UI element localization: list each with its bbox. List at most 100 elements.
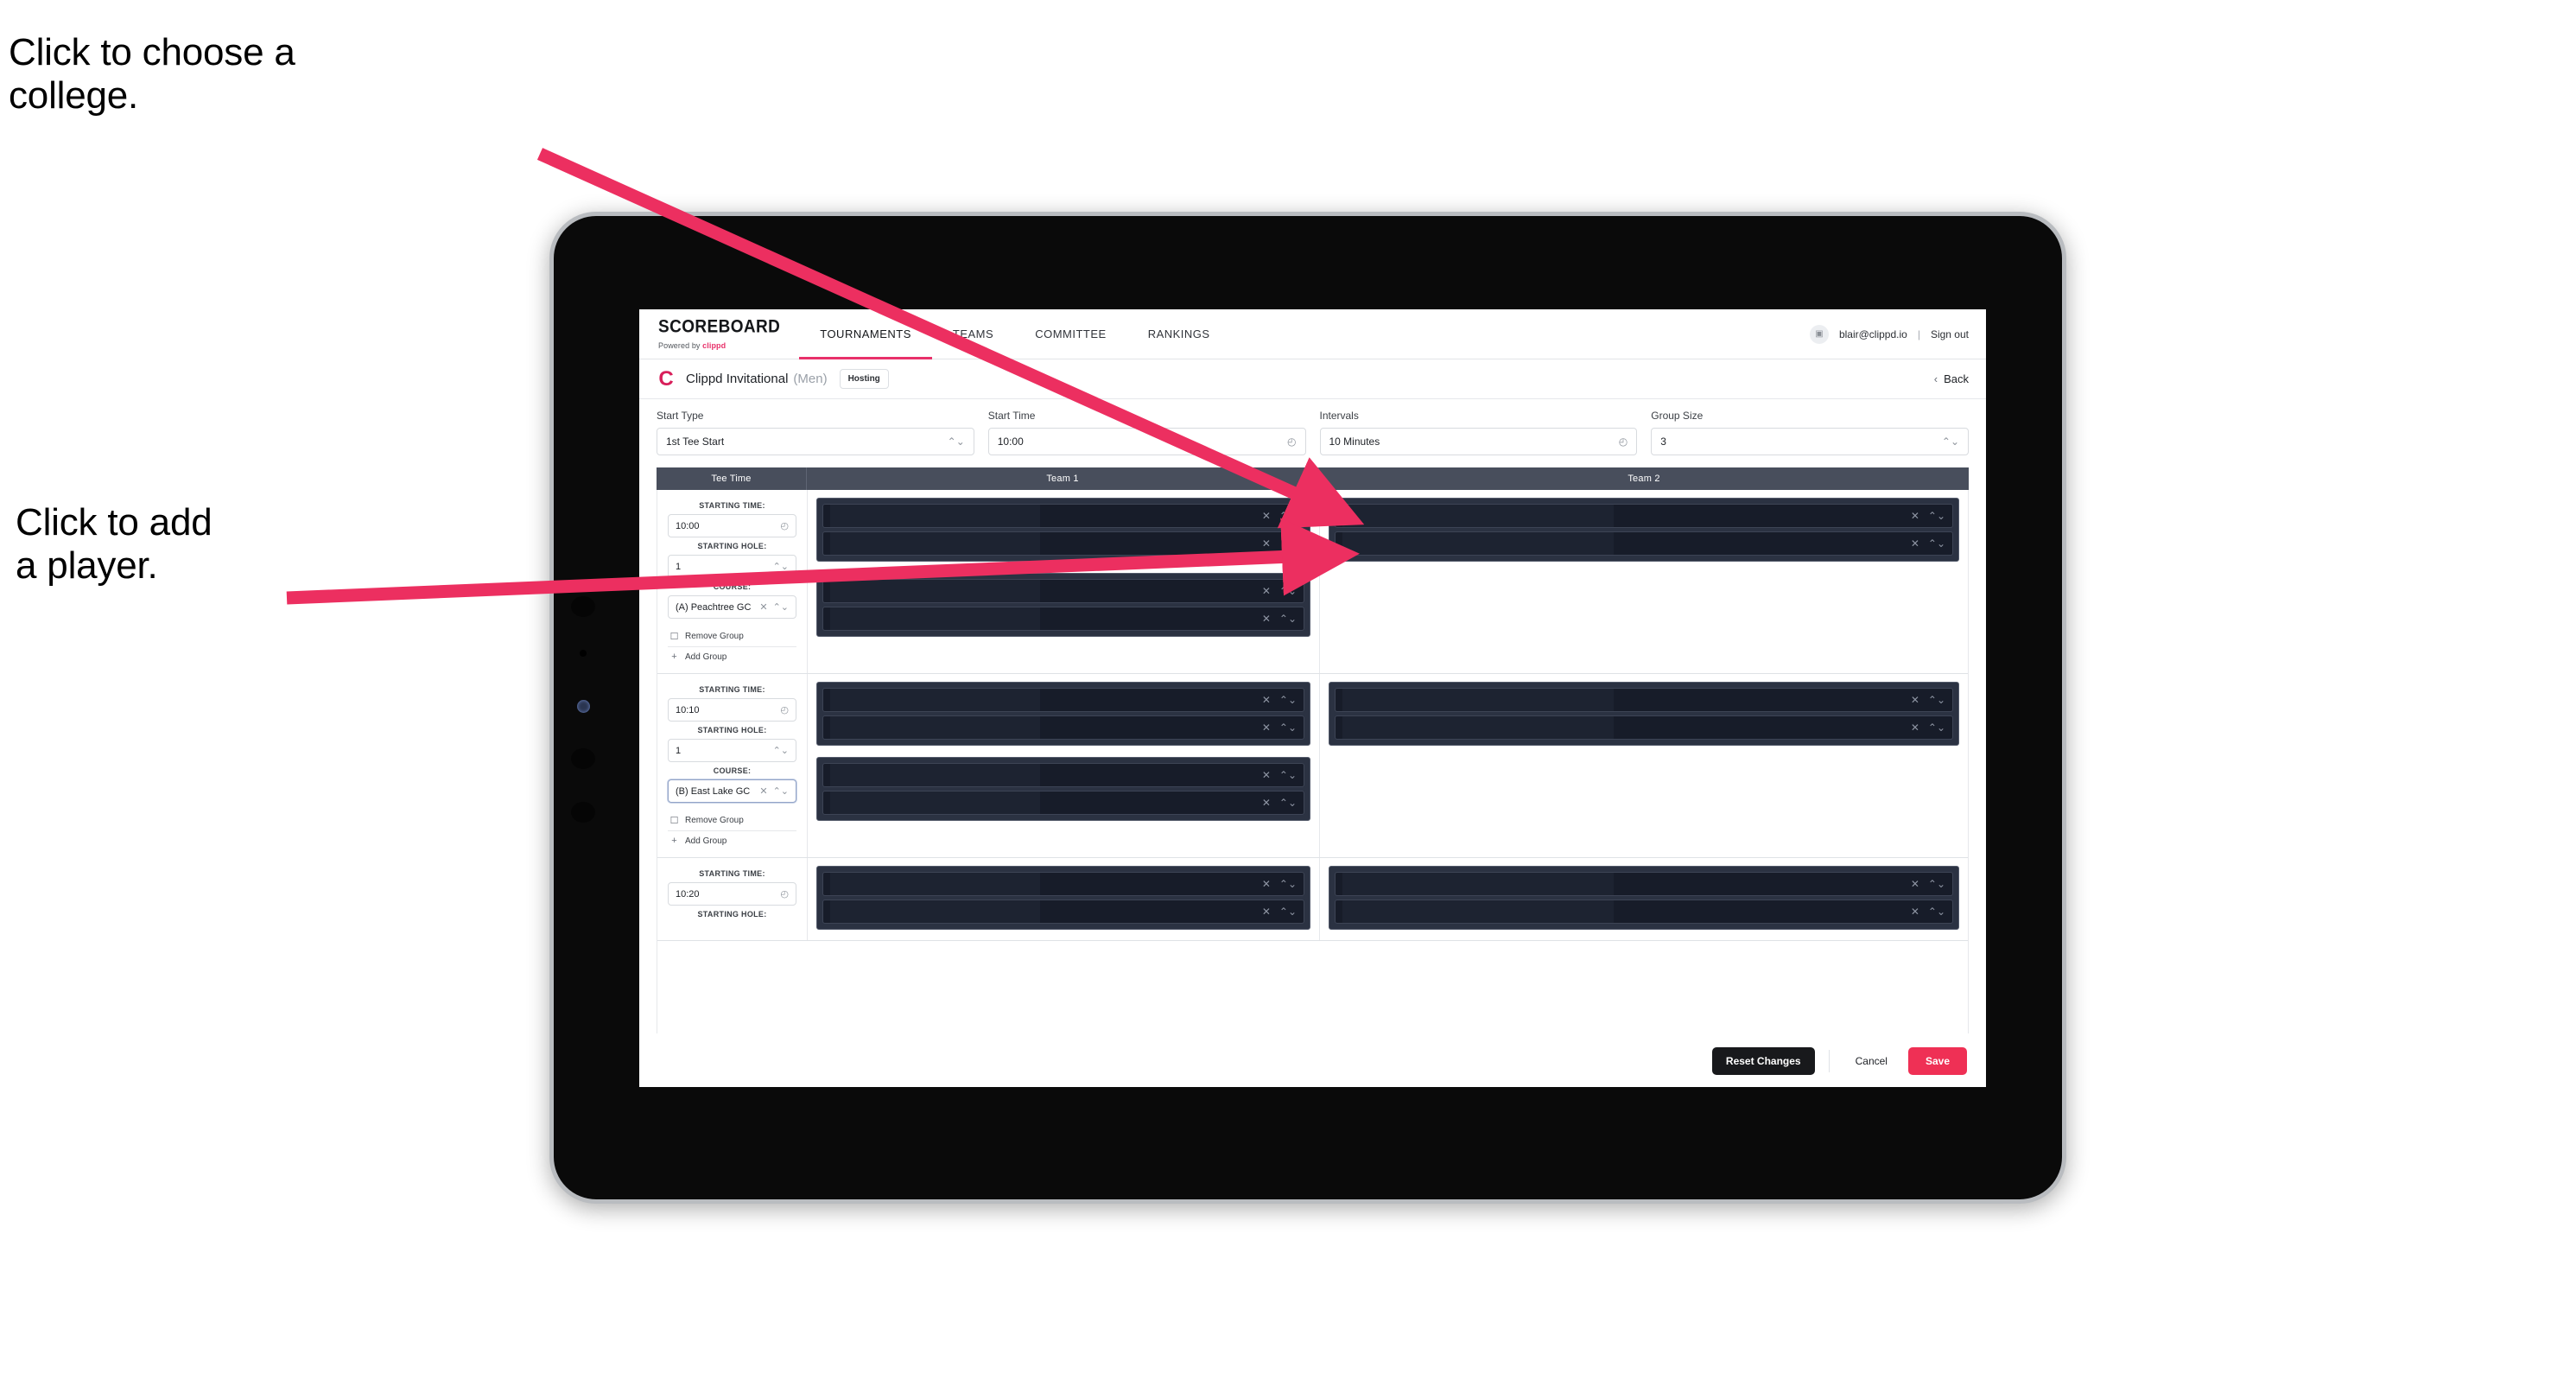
stepper-icon[interactable]: ⌃⌄: [773, 745, 789, 756]
trash-icon: ☐: [669, 632, 679, 642]
sign-out-link[interactable]: Sign out: [1931, 328, 1969, 340]
clock-icon[interactable]: ◴: [780, 888, 789, 900]
nav-tab-rankings[interactable]: RANKINGS: [1127, 310, 1231, 359]
player-select-slot[interactable]: ✕ ⌃⌄: [822, 715, 1304, 740]
player-select-slot[interactable]: ✕ ⌃⌄: [822, 504, 1304, 528]
save-button[interactable]: Save: [1907, 1046, 1967, 1075]
clear-icon[interactable]: ✕: [759, 601, 767, 613]
stepper-icon[interactable]: ⌃⌄: [1279, 694, 1297, 706]
stepper-icon[interactable]: ⌃⌄: [1279, 797, 1297, 809]
clear-icon[interactable]: ✕: [1262, 878, 1271, 890]
annotation-choose-college: Click to choose a college.: [9, 31, 295, 118]
stepper-icon[interactable]: ⌃⌄: [1928, 878, 1945, 890]
player-select-slot[interactable]: ✕ ⌃⌄: [822, 607, 1304, 631]
player-select-slot[interactable]: ✕ ⌃⌄: [1335, 531, 1953, 556]
clear-icon[interactable]: ✕: [1262, 769, 1271, 781]
player-select-slot[interactable]: ✕ ⌃⌄: [1335, 900, 1953, 924]
start-type-select[interactable]: 1st Tee Start ⌃⌄: [657, 428, 974, 455]
stepper-icon[interactable]: ⌃⌄: [773, 785, 789, 797]
player-select-slot[interactable]: ✕ ⌃⌄: [1335, 504, 1953, 528]
clock-icon[interactable]: ◴: [1287, 436, 1296, 448]
stepper-icon[interactable]: ⌃⌄: [1279, 769, 1297, 781]
clear-icon[interactable]: ✕: [1262, 585, 1271, 597]
course-select[interactable]: (A) Peachtree GC ✕ ⌃⌄: [668, 595, 796, 619]
remove-group-button[interactable]: ☐ Remove Group: [668, 626, 796, 647]
control-label: Intervals: [1319, 410, 1359, 422]
intervals-input[interactable]: 10 Minutes ◴: [1319, 428, 1638, 455]
player-select-slot[interactable]: ✕ ⌃⌄: [822, 688, 1304, 712]
player-select-slot[interactable]: ✕ ⌃⌄: [1335, 715, 1953, 740]
brand-logo[interactable]: SCOREBOARD Powered by clippd: [639, 309, 799, 359]
remove-group-button[interactable]: ☐ Remove Group: [668, 811, 796, 831]
starting-time-input[interactable]: 10:00 ◴: [668, 514, 796, 537]
clear-icon[interactable]: ✕: [1262, 797, 1271, 809]
nav-tab-teams[interactable]: TEAMS: [932, 310, 1014, 359]
nav-tab-tournaments[interactable]: TOURNAMENTS: [799, 310, 932, 359]
stepper-icon[interactable]: ⌃⌄: [1279, 878, 1297, 890]
back-button[interactable]: ‹ Back: [1934, 372, 1969, 385]
stepper-icon[interactable]: ⌃⌄: [1279, 510, 1297, 522]
cancel-button[interactable]: Cancel: [1843, 1047, 1900, 1075]
player-select-slot[interactable]: ✕ ⌃⌄: [822, 763, 1304, 787]
team-1-cell: ✕ ⌃⌄ ✕ ⌃⌄ ✕ ⌃⌄ ✕ ⌃⌄: [808, 490, 1320, 673]
field-value: 10:20: [676, 888, 700, 900]
add-group-button[interactable]: + Add Group: [668, 647, 796, 666]
clock-icon[interactable]: ◴: [780, 520, 789, 531]
clear-icon[interactable]: ✕: [1911, 694, 1919, 706]
stepper-icon[interactable]: ⌃⌄: [1928, 906, 1945, 918]
starting-time-input[interactable]: 10:20 ◴: [668, 882, 796, 906]
stepper-icon[interactable]: ⌃⌄: [1279, 613, 1297, 625]
tournament-header-bar: C Clippd Invitational (Men) Hosting ‹ Ba…: [639, 359, 1986, 399]
starting-hole-select[interactable]: 1 ⌃⌄: [668, 555, 796, 578]
stepper-icon[interactable]: ⌃⌄: [1279, 585, 1297, 597]
clock-icon[interactable]: ◴: [1619, 436, 1627, 448]
control-group-size: Group Size 3 ⌃⌄: [1651, 410, 1969, 455]
stepper-icon[interactable]: ⌃⌄: [1279, 722, 1297, 734]
nav-user-area: ▣ blair@clippd.io | Sign out: [1809, 309, 1986, 359]
stepper-icon[interactable]: ⌃⌄: [1928, 510, 1945, 522]
stepper-icon[interactable]: ⌃⌄: [948, 436, 965, 448]
clear-icon[interactable]: ✕: [1911, 722, 1919, 734]
stepper-icon[interactable]: ⌃⌄: [1942, 436, 1959, 448]
nav-tab-committee[interactable]: COMMITTEE: [1014, 310, 1127, 359]
stepper-icon[interactable]: ⌃⌄: [1928, 537, 1945, 550]
slot-placeholder-fill: [830, 764, 1040, 786]
add-group-button[interactable]: + Add Group: [668, 831, 796, 850]
group-size-select[interactable]: 3 ⌃⌄: [1651, 428, 1969, 455]
clear-icon[interactable]: ✕: [1262, 510, 1271, 522]
player-select-slot[interactable]: ✕ ⌃⌄: [1335, 688, 1953, 712]
stepper-icon[interactable]: ⌃⌄: [1279, 537, 1297, 550]
stepper-icon[interactable]: ⌃⌄: [773, 601, 789, 613]
clear-icon[interactable]: ✕: [1911, 537, 1919, 550]
clear-icon[interactable]: ✕: [1262, 906, 1271, 918]
avatar[interactable]: ▣: [1809, 324, 1829, 344]
player-select-slot[interactable]: ✕ ⌃⌄: [822, 872, 1304, 896]
player-select-slot[interactable]: ✕ ⌃⌄: [822, 900, 1304, 924]
field-value: (B) East Lake GC: [676, 785, 751, 797]
stepper-icon[interactable]: ⌃⌄: [1928, 694, 1945, 706]
clear-icon[interactable]: ✕: [1262, 722, 1271, 734]
starting-hole-select[interactable]: 1 ⌃⌄: [668, 739, 796, 762]
player-select-slot[interactable]: ✕ ⌃⌄: [822, 579, 1304, 603]
clear-icon[interactable]: ✕: [1911, 878, 1919, 890]
stepper-icon[interactable]: ⌃⌄: [773, 561, 789, 572]
annotation-add-player: Click to add a player.: [16, 501, 213, 588]
back-label: Back: [1944, 372, 1969, 385]
player-select-slot[interactable]: ✕ ⌃⌄: [822, 531, 1304, 556]
clear-icon[interactable]: ✕: [1911, 510, 1919, 522]
clock-icon[interactable]: ◴: [780, 704, 789, 715]
reset-changes-button[interactable]: Reset Changes: [1711, 1046, 1815, 1075]
stepper-icon[interactable]: ⌃⌄: [1928, 722, 1945, 734]
player-select-slot[interactable]: ✕ ⌃⌄: [822, 791, 1304, 815]
clear-icon[interactable]: ✕: [1911, 906, 1919, 918]
clear-icon[interactable]: ✕: [1262, 694, 1271, 706]
clear-icon[interactable]: ✕: [1262, 613, 1271, 625]
stepper-icon[interactable]: ⌃⌄: [1279, 906, 1297, 918]
start-time-input[interactable]: 10:00 ◴: [987, 428, 1306, 455]
player-select-slot[interactable]: ✕ ⌃⌄: [1335, 872, 1953, 896]
clear-icon[interactable]: ✕: [1262, 537, 1271, 550]
clear-icon[interactable]: ✕: [759, 785, 767, 797]
course-select[interactable]: (B) East Lake GC ✕ ⌃⌄: [668, 779, 796, 803]
tee-sheet-table-body[interactable]: STARTING TIME: 10:00 ◴ STARTING HOLE: 1 ⌃⌄ COU…: [657, 490, 1969, 1033]
starting-time-input[interactable]: 10:10 ◴: [668, 698, 796, 722]
